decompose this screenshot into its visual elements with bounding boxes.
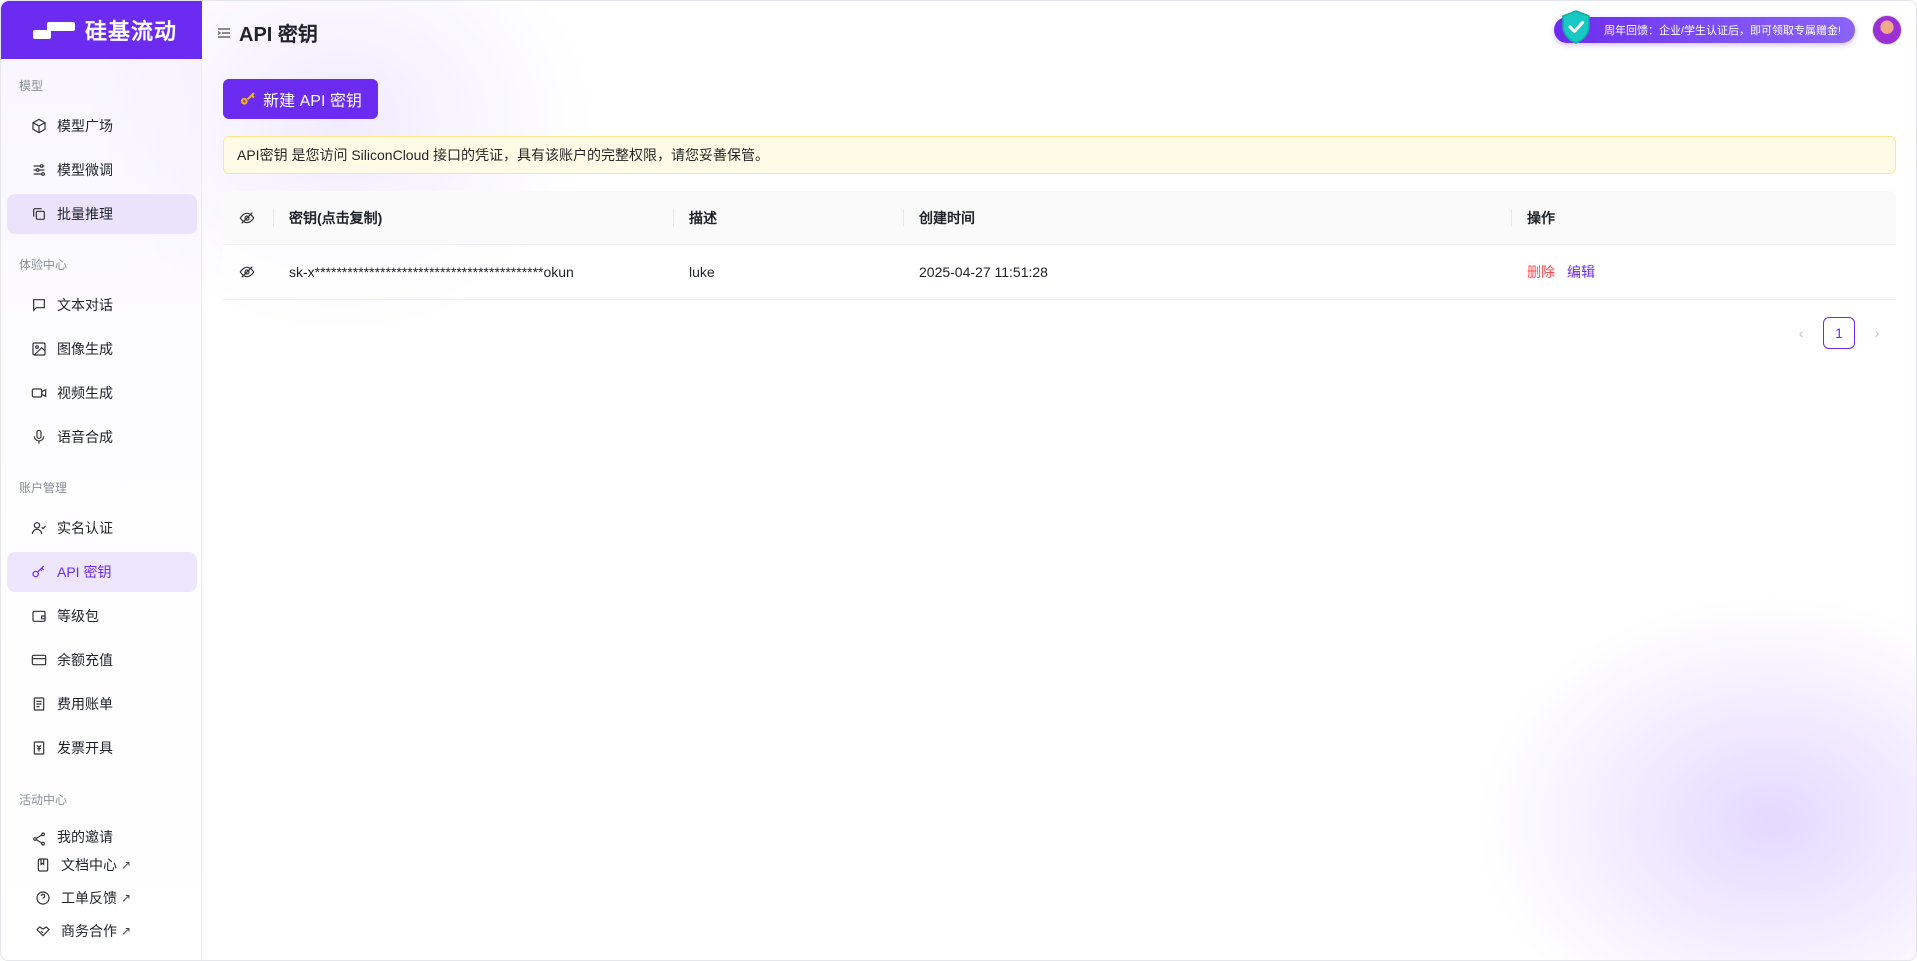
sidebar-item-video-gen[interactable]: 视频生成 bbox=[7, 373, 197, 413]
sidebar-item-label: API 密钥 bbox=[57, 564, 112, 580]
sidebar-item-image-gen[interactable]: 图像生成 bbox=[7, 329, 197, 369]
menu-collapse-icon[interactable] bbox=[217, 26, 231, 40]
receipt-icon bbox=[33, 697, 45, 711]
key-icon bbox=[32, 565, 45, 578]
sidebar-item-invoice[interactable]: 发票开具 bbox=[7, 728, 197, 768]
wallet-icon bbox=[32, 610, 46, 622]
sidebar-item-fine-tune[interactable]: 模型微调 bbox=[7, 150, 197, 190]
key-icon bbox=[241, 92, 255, 105]
sidebar-item-verification[interactable]: 实名认证 bbox=[7, 508, 197, 548]
promo-text: 周年回馈：企业/学生认证后，即可领取专属赠金! bbox=[1604, 25, 1842, 37]
section-label-activity: 活动中心 bbox=[19, 793, 68, 807]
sidebar-item-speech[interactable]: 语音合成 bbox=[7, 417, 197, 457]
sidebar-item-label: 发票开具 bbox=[57, 740, 113, 756]
logo[interactable]: 硅基流动 bbox=[1, 1, 202, 59]
promo-banner[interactable]: 周年回馈：企业/学生认证后，即可领取专属赠金! bbox=[1554, 17, 1855, 43]
cube-icon bbox=[32, 118, 46, 134]
card-icon bbox=[31, 654, 47, 666]
sidebar-item-api-keys[interactable]: API 密钥 bbox=[7, 552, 197, 592]
row-actions: 删除 编辑 bbox=[1511, 245, 1896, 299]
security-notice: API密钥 是您访问 SiliconCloud 接口的凭证，具有该账户的完整权限… bbox=[223, 136, 1896, 174]
sidebar-item-label: 模型广场 bbox=[57, 118, 113, 134]
column-header-actions: 操作 bbox=[1511, 191, 1896, 244]
footer-link-label: 工单反馈 bbox=[61, 890, 117, 906]
logo-text: 硅基流动 bbox=[85, 19, 178, 44]
key-description: luke bbox=[689, 264, 715, 280]
sidebar-item-label: 余额充值 bbox=[57, 652, 113, 668]
sidebar-item-label: 我的邀请 bbox=[57, 829, 113, 845]
video-icon bbox=[31, 388, 47, 398]
footer-link-tickets[interactable]: 工单反馈 ↗ bbox=[7, 882, 197, 914]
sidebar-item-label: 费用账单 bbox=[57, 696, 113, 712]
sidebar-item-label: 视频生成 bbox=[57, 385, 113, 401]
footer-link-label: 商务合作 bbox=[61, 923, 117, 939]
eye-off-icon bbox=[239, 266, 255, 278]
sidebar-item-billing[interactable]: 费用账单 bbox=[7, 684, 197, 724]
table-header: 密钥(点击复制) 描述 创建时间 操作 bbox=[223, 191, 1896, 245]
sidebar-item-text-chat[interactable]: 文本对话 bbox=[7, 285, 197, 325]
sidebar-item-label: 图像生成 bbox=[57, 341, 113, 357]
book-icon bbox=[37, 858, 49, 872]
mic-icon bbox=[33, 429, 45, 444]
eye-off-icon bbox=[239, 211, 255, 224]
section-label-playground: 体验中心 bbox=[19, 258, 68, 272]
table-row: sk-x************************************… bbox=[223, 245, 1896, 300]
edit-link[interactable]: 编辑 bbox=[1567, 262, 1595, 282]
column-header-key: 密钥(点击复制) bbox=[273, 191, 673, 244]
delete-link[interactable]: 删除 bbox=[1527, 262, 1555, 282]
visibility-header[interactable] bbox=[223, 191, 273, 244]
invoice-icon bbox=[33, 741, 45, 755]
footer-link-docs[interactable]: 文档中心 ↗ bbox=[7, 849, 197, 881]
api-key-value[interactable]: sk-x************************************… bbox=[273, 245, 673, 299]
image-icon bbox=[32, 342, 46, 356]
notice-text: API密钥 是您访问 SiliconCloud 接口的凭证，具有该账户的完整权限… bbox=[237, 147, 770, 163]
chat-icon bbox=[33, 299, 45, 312]
new-api-key-button[interactable]: 新建 API 密钥 bbox=[223, 79, 378, 119]
user-check-icon bbox=[31, 522, 47, 535]
sidebar-item-model-square[interactable]: 模型广场 bbox=[7, 106, 197, 146]
toggle-visibility[interactable] bbox=[223, 245, 273, 299]
page-header: API 密钥 bbox=[217, 18, 318, 47]
app-window: 硅基流动 模型 模型广场 模型微调 批量推理 体验中心 文本对话 图像生成 视频… bbox=[0, 0, 1917, 961]
share-icon bbox=[33, 832, 45, 846]
sidebar-item-label: 实名认证 bbox=[57, 520, 113, 536]
sidebar-item-label: 批量推理 bbox=[57, 206, 113, 222]
next-page-button[interactable]: › bbox=[1861, 325, 1893, 341]
page-title: API 密钥 bbox=[239, 24, 318, 46]
help-icon bbox=[36, 891, 50, 905]
sidebar-item-label: 语音合成 bbox=[57, 429, 113, 445]
column-header-created: 创建时间 bbox=[903, 191, 1511, 244]
sidebar-item-batch-inference[interactable]: 批量推理 bbox=[7, 194, 197, 234]
section-label-account: 账户管理 bbox=[19, 481, 68, 495]
key-created-time: 2025-04-27 11:51:28 bbox=[919, 264, 1048, 280]
copy-icon bbox=[33, 208, 45, 220]
sidebar-item-label: 模型微调 bbox=[57, 162, 113, 178]
handshake-icon bbox=[36, 926, 50, 937]
footer-link-business[interactable]: 商务合作 ↗ bbox=[7, 915, 197, 947]
sidebar-item-label: 文本对话 bbox=[57, 297, 113, 313]
footer-link-label: 文档中心 bbox=[61, 857, 117, 873]
sidebar-item-level-pack[interactable]: 等级包 bbox=[7, 596, 197, 636]
shield-check-icon bbox=[1562, 10, 1590, 44]
page-number-current[interactable]: 1 bbox=[1823, 317, 1855, 349]
column-header-description: 描述 bbox=[673, 191, 903, 244]
prev-page-button[interactable]: ‹ bbox=[1785, 325, 1817, 341]
external-link-icon: ↗ bbox=[121, 858, 132, 872]
avatar[interactable] bbox=[1872, 15, 1902, 45]
sidebar-item-label: 等级包 bbox=[57, 608, 99, 624]
external-link-icon: ↗ bbox=[121, 891, 132, 905]
sidebar-item-invitations[interactable]: 我的邀请 bbox=[7, 827, 197, 847]
sidebar: 硅基流动 模型 模型广场 模型微调 批量推理 体验中心 文本对话 图像生成 视频… bbox=[1, 1, 202, 960]
pagination: ‹ 1 › bbox=[1785, 317, 1893, 349]
section-label-models: 模型 bbox=[19, 79, 44, 93]
sliders-icon bbox=[33, 164, 45, 176]
external-link-icon: ↗ bbox=[121, 924, 132, 938]
logo-icon bbox=[33, 19, 75, 41]
sidebar-item-recharge[interactable]: 余额充值 bbox=[7, 640, 197, 680]
new-api-key-label: 新建 API 密钥 bbox=[263, 93, 362, 110]
api-keys-table: 密钥(点击复制) 描述 创建时间 操作 sk-x****************… bbox=[223, 191, 1896, 300]
